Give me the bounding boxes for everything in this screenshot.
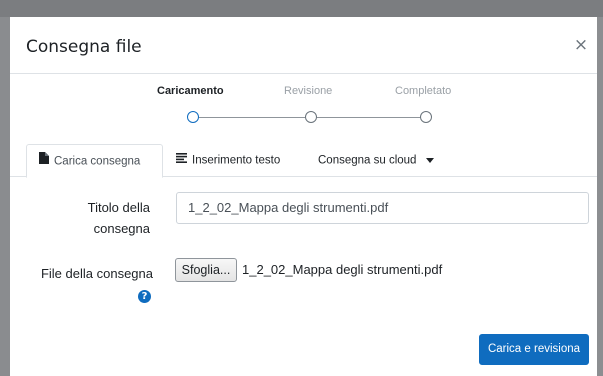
modal-header: Consegna file × — [10, 17, 597, 74]
tab-label: Inserimento testo — [192, 154, 281, 167]
file-field-label: File della consegna — [40, 266, 153, 281]
tab-label: Consegna su cloud — [318, 154, 417, 167]
tab-consegna-cloud[interactable]: Consegna su cloud — [318, 144, 434, 177]
backdrop-right — [597, 17, 603, 376]
tab-label: Carica consegna — [54, 155, 141, 168]
help-icon[interactable]: ? — [138, 290, 151, 303]
step-connector — [317, 117, 421, 118]
selected-file-name: 1_2_02_Mappa degli strumenti.pdf — [242, 262, 443, 277]
modal-title: Consegna file — [26, 37, 142, 57]
tab-carica-consegna[interactable]: Carica consegna — [26, 144, 163, 178]
progress-stepper: Caricamento Revisione Completato — [10, 75, 597, 135]
step-label-revisione: Revisione — [284, 85, 333, 97]
file-icon — [39, 145, 49, 178]
step-connector — [195, 117, 305, 118]
upload-review-button[interactable]: Carica e revisiona — [479, 334, 589, 365]
caret-down-icon — [425, 144, 434, 177]
upload-modal: Consegna file × Caricamento Revisione Co… — [10, 17, 597, 376]
submission-title-input[interactable]: 1_2_02_Mappa degli strumenti.pdf — [176, 192, 589, 224]
submission-tabs: Carica consegna Inserimento testo Conseg… — [10, 144, 597, 178]
backdrop-left — [0, 17, 10, 376]
step-dot-completato — [420, 111, 432, 123]
backdrop-header — [0, 0, 603, 17]
step-label-completato: Completato — [395, 85, 452, 97]
step-dot-caricamento — [187, 111, 199, 123]
title-field-label: Titolo della consegna — [87, 200, 150, 236]
step-label-caricamento: Caricamento — [157, 85, 224, 97]
step-dot-revisione — [305, 111, 317, 123]
text-lines-icon — [176, 144, 187, 177]
browse-button[interactable]: Sfoglia... — [175, 258, 237, 282]
close-icon[interactable]: × — [573, 36, 589, 54]
tab-inserimento-testo[interactable]: Inserimento testo — [176, 144, 280, 177]
